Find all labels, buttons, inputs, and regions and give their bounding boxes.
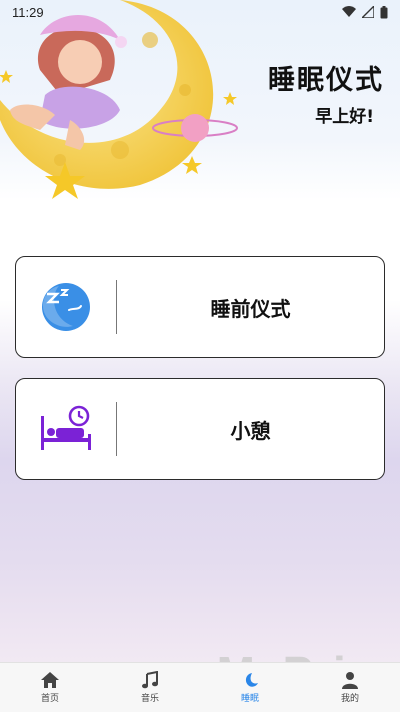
bedtime-ritual-label: 睡前仪式 (210, 296, 291, 321)
battery-icon (380, 5, 388, 18)
bedtime-ritual-card[interactable]: 睡前仪式 (15, 256, 385, 358)
card-icon-wrap (16, 257, 116, 357)
status-time: 11:29 (12, 4, 44, 20)
moon-icon (245, 673, 258, 687)
status-icons (342, 5, 388, 19)
home-icon (41, 672, 59, 688)
person-icon (342, 672, 358, 689)
status-bar: 11:29 (0, 0, 400, 24)
music-icon (142, 671, 158, 689)
tab-label: 睡眠 (240, 694, 259, 704)
tab-label: 首页 (40, 694, 59, 704)
tab-sleep[interactable]: 睡眠 (200, 663, 300, 712)
page-title: 睡眠仪式 (268, 65, 384, 96)
tab-label: 音乐 (140, 694, 159, 704)
tab-home[interactable]: 首页 (0, 663, 100, 712)
tab-profile[interactable]: 我的 (300, 663, 400, 712)
nap-label: 小憩 (230, 418, 271, 443)
bed-clock-icon (41, 405, 91, 450)
tab-music[interactable]: 音乐 (100, 663, 200, 712)
wifi-icon (342, 6, 356, 17)
bottom-tab-bar: 首页 音乐 睡眠 我的 (0, 662, 400, 712)
signal-icon (362, 6, 374, 18)
tab-label: 我的 (340, 694, 359, 704)
sleep-moon-icon (42, 283, 90, 331)
nap-card[interactable]: 小憩 (15, 378, 385, 480)
greeting-text: 早上好! (315, 107, 374, 127)
card-icon-wrap (16, 379, 116, 479)
